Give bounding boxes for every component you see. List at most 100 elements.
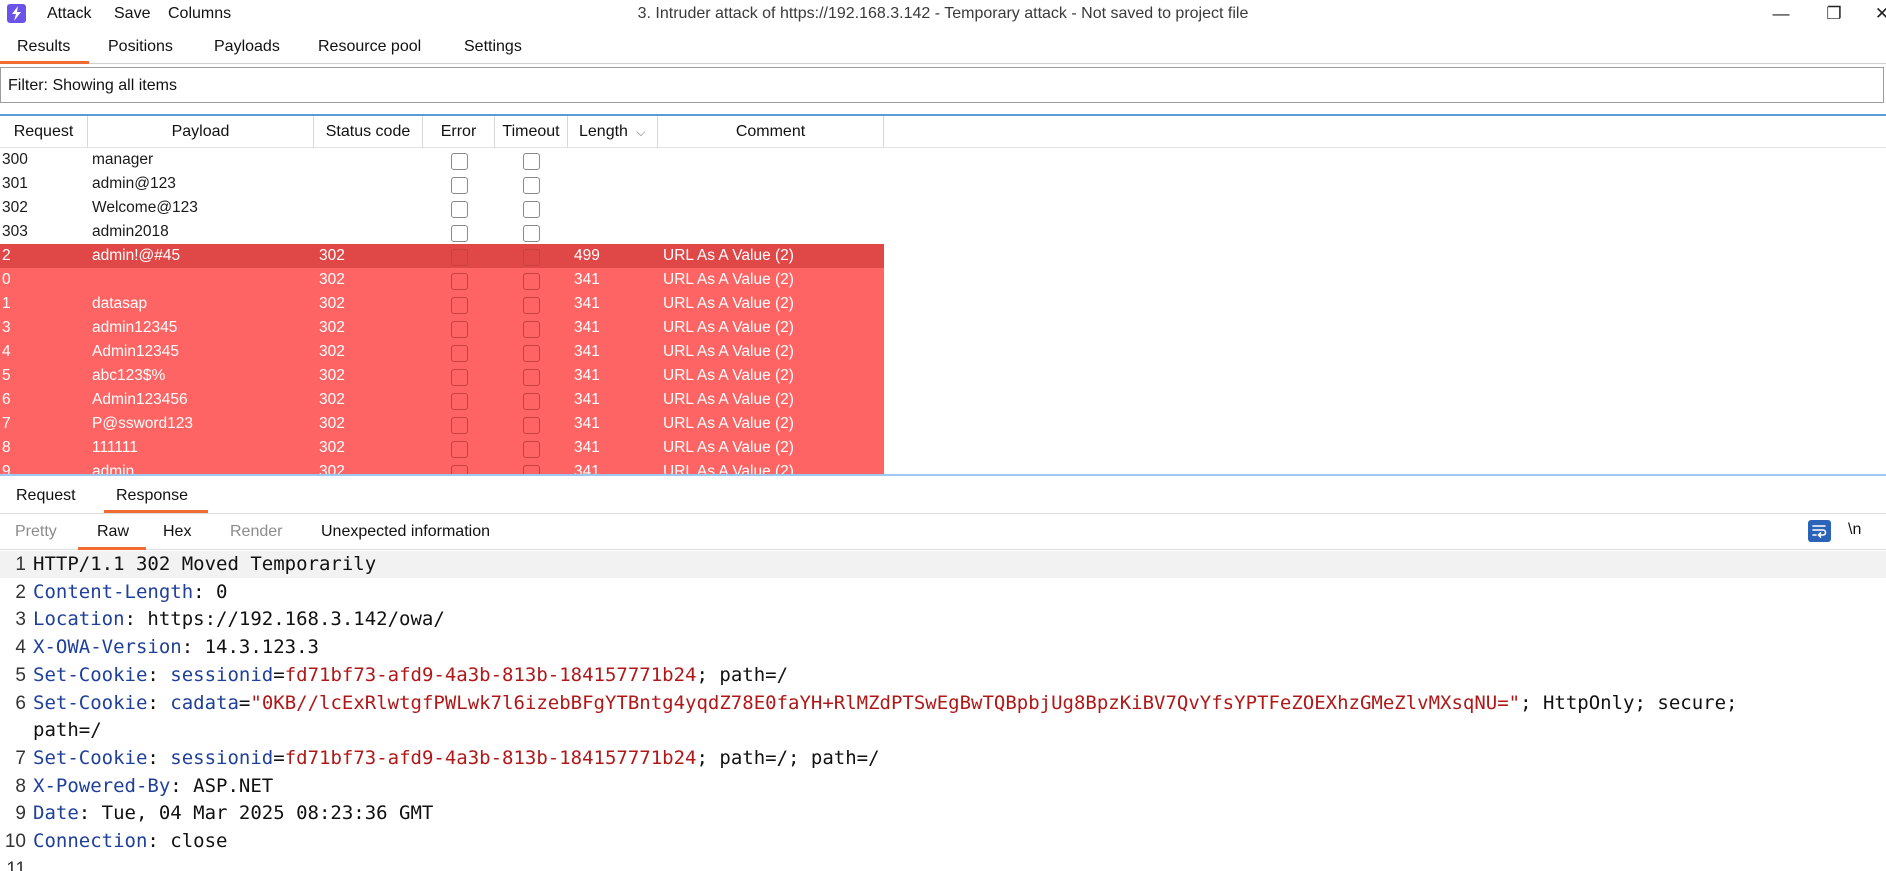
error-checkbox bbox=[451, 273, 468, 290]
code-line: 5 Set-Cookie: sessionid=fd71bf73-afd9-4a3… bbox=[0, 662, 1886, 689]
token-cookie-name: cadata bbox=[170, 691, 239, 714]
code-line: 4 X-OWA-Version: 14.3.123.3 bbox=[0, 634, 1886, 661]
table-row[interactable]: 302 Welcome@123 bbox=[0, 196, 884, 220]
timeout-checkbox bbox=[523, 393, 540, 410]
cell-request: 8 bbox=[2, 439, 11, 456]
cell-request: 6 bbox=[2, 391, 11, 408]
table-row[interactable]: 5 abc123$% 302 341 URL As A Value (2) bbox=[0, 364, 884, 388]
timeout-checkbox bbox=[523, 321, 540, 338]
column-header-timeout[interactable]: Timeout bbox=[495, 116, 568, 148]
line-number: 3 bbox=[15, 609, 26, 631]
token-cookie-name: sessionid bbox=[170, 746, 274, 769]
token-text: : 0 bbox=[193, 580, 228, 603]
cell-comment: URL As A Value (2) bbox=[663, 343, 794, 360]
table-row[interactable]: 3 admin12345 302 341 URL As A Value (2) bbox=[0, 316, 884, 340]
code-line: 1 HTTP/1.1 302 Moved Temporarily bbox=[0, 551, 1886, 578]
cell-status-code: 302 bbox=[319, 319, 345, 336]
view-tab-render[interactable]: Render bbox=[230, 523, 282, 541]
timeout-checkbox bbox=[523, 225, 540, 242]
tab-positions[interactable]: Positions bbox=[108, 38, 173, 56]
tab-request[interactable]: Request bbox=[16, 487, 76, 505]
error-checkbox bbox=[451, 177, 468, 194]
restore-icon[interactable]: ❐ bbox=[1822, 3, 1846, 25]
line-content: Set-Cookie: cadata="0KB//lcExRlwtgfPWLwk… bbox=[33, 690, 1737, 717]
table-row[interactable]: 303 admin2018 bbox=[0, 220, 884, 244]
line-number: 6 bbox=[15, 692, 26, 714]
error-checkbox bbox=[451, 393, 468, 410]
view-tab-unexpected-information[interactable]: Unexpected information bbox=[321, 523, 490, 541]
cell-payload: 111111 bbox=[92, 439, 138, 456]
token-header-name: Location bbox=[33, 608, 125, 631]
token-text: : 14.3.123.3 bbox=[181, 636, 319, 659]
tab-payloads[interactable]: Payloads bbox=[214, 38, 280, 56]
table-row[interactable]: 4 Admin12345 302 341 URL As A Value (2) bbox=[0, 340, 884, 364]
error-checkbox bbox=[451, 153, 468, 170]
line-number: 7 bbox=[15, 747, 26, 769]
column-header-comment[interactable]: Comment bbox=[658, 116, 884, 148]
response-editor[interactable]: 1 HTTP/1.1 302 Moved Temporarily 2 Content-… bbox=[0, 551, 1886, 871]
timeout-checkbox bbox=[523, 273, 540, 290]
code-line: 11 bbox=[0, 856, 1886, 871]
close-icon[interactable]: ✕ bbox=[1870, 3, 1886, 25]
view-tab-raw[interactable]: Raw bbox=[97, 523, 129, 541]
column-header-length-label: Length bbox=[579, 123, 628, 140]
timeout-checkbox bbox=[523, 441, 540, 458]
table-row[interactable]: 1 datasap 302 341 URL As A Value (2) bbox=[0, 292, 884, 316]
token-text: : bbox=[147, 663, 171, 686]
timeout-checkbox bbox=[523, 297, 540, 314]
token-header-name: Set-Cookie bbox=[33, 746, 148, 769]
minimize-icon[interactable]: — bbox=[1769, 3, 1793, 25]
table-row[interactable]: 0 302 341 URL As A Value (2) bbox=[0, 268, 884, 292]
column-header-payload[interactable]: Payload bbox=[88, 116, 314, 148]
column-header-error[interactable]: Error bbox=[423, 116, 495, 148]
tab-resource-pool[interactable]: Resource pool bbox=[318, 38, 421, 56]
view-tab-hex[interactable]: Hex bbox=[163, 523, 191, 541]
line-number: 11 bbox=[6, 858, 26, 871]
cell-length: 341 bbox=[574, 391, 600, 408]
cell-request: 2 bbox=[2, 247, 11, 264]
error-checkbox bbox=[451, 225, 468, 242]
line-content: Date: Tue, 04 Mar 2025 08:23:36 GMT bbox=[33, 800, 433, 827]
results-filter-bar[interactable]: Filter: Showing all items bbox=[0, 67, 1884, 103]
table-row[interactable]: 301 admin@123 bbox=[0, 172, 884, 196]
table-row[interactable]: 300 manager bbox=[0, 148, 884, 172]
message-tabs: Request Response bbox=[0, 482, 1886, 514]
cell-payload: Admin123456 bbox=[92, 391, 188, 408]
table-row[interactable]: 7 P@ssword123 302 341 URL As A Value (2) bbox=[0, 412, 884, 436]
cell-length: 341 bbox=[574, 367, 600, 384]
column-header-status-code[interactable]: Status code bbox=[314, 116, 423, 148]
token-text: = bbox=[238, 691, 251, 714]
cell-payload: admin2018 bbox=[92, 223, 169, 240]
cell-comment: URL As A Value (2) bbox=[663, 415, 794, 432]
cell-request: 300 bbox=[2, 151, 28, 168]
code-line: 2 Content-Length: 0 bbox=[0, 579, 1886, 606]
cell-payload: admin@123 bbox=[92, 175, 176, 192]
tab-response[interactable]: Response bbox=[116, 487, 188, 505]
cell-payload: manager bbox=[92, 151, 154, 168]
tab-results[interactable]: Results bbox=[17, 38, 70, 56]
timeout-checkbox bbox=[523, 369, 540, 386]
cell-payload: abc123$% bbox=[92, 367, 166, 384]
cell-comment: URL As A Value (2) bbox=[663, 247, 794, 264]
cell-request: 0 bbox=[2, 271, 11, 288]
token-text: : https://192.168.3.142/owa/ bbox=[124, 608, 445, 631]
tab-settings[interactable]: Settings bbox=[464, 38, 522, 56]
word-wrap-icon[interactable] bbox=[1808, 520, 1831, 542]
table-row[interactable]: 8 111111 302 341 URL As A Value (2) bbox=[0, 436, 884, 460]
error-checkbox bbox=[451, 201, 468, 218]
cell-comment: URL As A Value (2) bbox=[663, 367, 794, 384]
attack-tabs: Results Positions Payloads Resource pool… bbox=[0, 29, 1886, 64]
table-row[interactable]: 2 admin!@#45 302 499 URL As A Value (2) bbox=[0, 244, 884, 268]
cell-request: 5 bbox=[2, 367, 11, 384]
code-line: 3 Location: https://192.168.3.142/owa/ bbox=[0, 606, 1886, 633]
show-newlines-icon[interactable]: \n bbox=[1848, 521, 1861, 539]
table-splitter[interactable] bbox=[0, 474, 1886, 476]
table-row[interactable]: 6 Admin123456 302 341 URL As A Value (2) bbox=[0, 388, 884, 412]
view-tab-pretty[interactable]: Pretty bbox=[15, 523, 57, 541]
token-text: ; path=/; path=/ bbox=[696, 746, 880, 769]
line-number: 5 bbox=[15, 664, 26, 686]
column-header-request[interactable]: Request bbox=[0, 116, 88, 148]
column-header-length[interactable]: Length ⌵ bbox=[568, 116, 658, 148]
cell-request: 7 bbox=[2, 415, 11, 432]
error-checkbox bbox=[451, 369, 468, 386]
